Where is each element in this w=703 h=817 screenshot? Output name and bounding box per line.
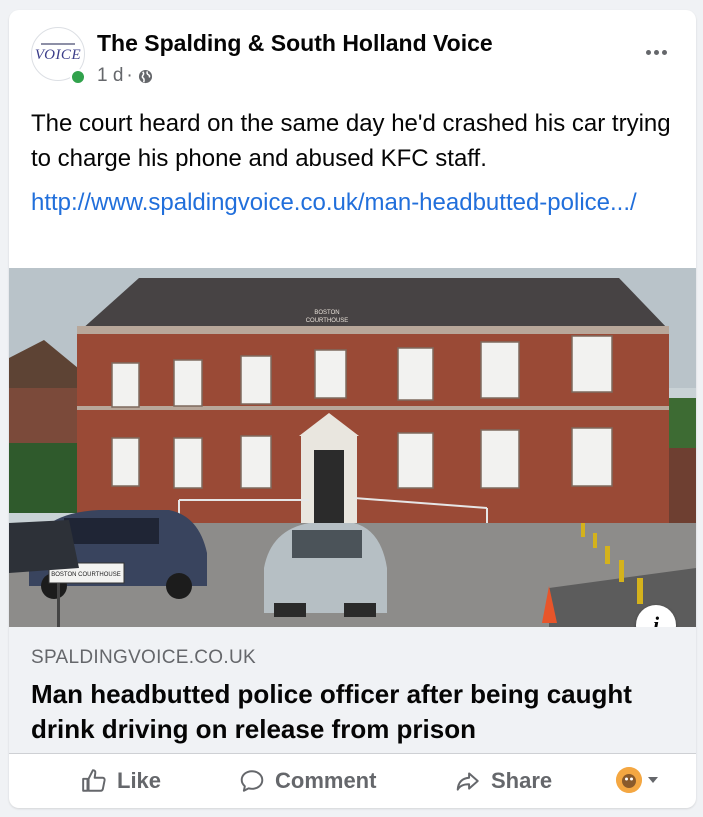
thumbs-up-icon <box>82 768 106 792</box>
reaction-selector[interactable] <box>616 767 658 793</box>
preview-domain: SPALDINGVOICE.CO.UK <box>31 647 256 668</box>
post-link[interactable]: http://www.spaldingvoice.co.uk/man-headb… <box>31 185 671 220</box>
post-header: VOICE The Spalding & South Holland Voice… <box>9 10 696 110</box>
street-sign-text: BOSTON COURTHOUSE <box>51 572 120 578</box>
building-sign-line1: BOSTON <box>314 310 339 316</box>
share-label: Share <box>491 767 553 793</box>
like-button[interactable]: Like <box>81 753 161 808</box>
courthouse-photo: BOSTON COURTHOUSE BOSTON COURTHOUSE <box>9 268 696 627</box>
meta-separator: · <box>126 65 133 86</box>
comment-label: Comment <box>275 767 377 793</box>
post-timestamp[interactable]: 1 d <box>97 65 123 87</box>
preview-headline[interactable]: Man headbutted police officer after bein… <box>31 677 651 747</box>
avatar-logo-line <box>41 43 75 45</box>
comment-icon <box>240 769 264 792</box>
link-preview-image[interactable]: BOSTON COURTHOUSE BOSTON COURTHOUSE i <box>9 268 696 627</box>
online-status-dot <box>70 69 86 85</box>
post-card: VOICE The Spalding & South Holland Voice… <box>9 10 696 808</box>
dot-icon <box>661 49 667 55</box>
dot-icon <box>653 49 659 55</box>
post-meta: 1 d · <box>97 65 153 87</box>
avatar-logo-text: VOICE <box>34 47 82 63</box>
page-name-link[interactable]: The Spalding & South Holland Voice <box>97 30 493 57</box>
comment-button[interactable]: Comment <box>239 753 376 808</box>
user-avatar-icon <box>616 767 642 793</box>
action-bar: Like Comment Share <box>9 753 696 808</box>
share-icon <box>456 771 479 791</box>
link-preview-text[interactable]: SPALDINGVOICE.CO.UK Man headbutted polic… <box>9 627 696 754</box>
building-sign-line2: COURTHOUSE <box>306 318 349 324</box>
globe-icon[interactable] <box>138 69 153 84</box>
dot-icon <box>645 49 651 55</box>
like-label: Like <box>117 767 162 793</box>
share-button[interactable]: Share <box>455 753 552 808</box>
more-options-button[interactable] <box>638 38 674 66</box>
post-text: The court heard on the same day he'd cra… <box>31 110 671 172</box>
chevron-down-icon <box>648 777 658 783</box>
